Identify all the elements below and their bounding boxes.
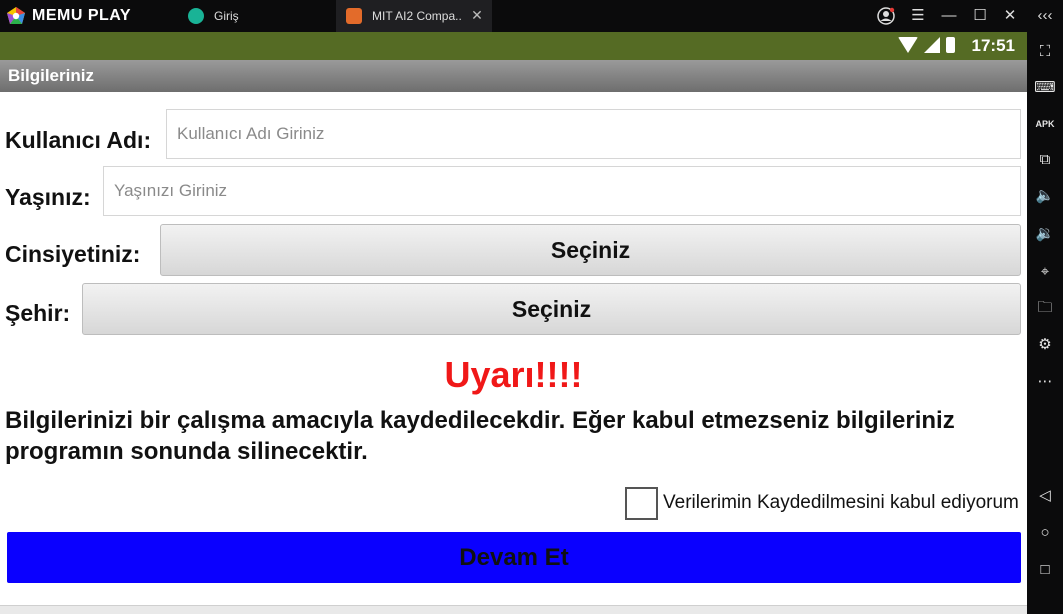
- maximize-icon[interactable]: ☐: [965, 0, 995, 32]
- warning-text: Bilgilerinizi bir çalışma amacıyla kayde…: [5, 407, 955, 465]
- page-title: Bilgileriniz: [8, 66, 94, 85]
- app-tab-icon: [188, 8, 204, 24]
- memu-logo-icon: [7, 7, 25, 24]
- apk-icon[interactable]: APK: [1033, 112, 1057, 136]
- emulator-titlebar: MEMU PLAY Giriş MIT AI2 Compa.. ✕ ☰ — ☐ …: [0, 0, 1063, 32]
- volume-down-icon[interactable]: 🔉: [1033, 222, 1057, 246]
- app-tab-icon: [346, 8, 362, 24]
- account-icon[interactable]: [871, 0, 901, 32]
- gender-select[interactable]: Seçiniz: [160, 224, 1021, 276]
- tab-label: MIT AI2 Compa..: [372, 9, 462, 23]
- keyboard-icon[interactable]: ⌨: [1033, 76, 1057, 100]
- username-input[interactable]: [166, 109, 1021, 159]
- folder-icon[interactable]: 🗀: [1033, 296, 1057, 320]
- age-input[interactable]: [103, 166, 1021, 216]
- app-title-bar: Bilgileriniz: [0, 60, 1027, 92]
- tab-label: Giriş: [214, 9, 239, 23]
- location-icon[interactable]: ⌖: [1033, 260, 1057, 284]
- menu-icon[interactable]: ☰: [903, 0, 933, 32]
- more-icon[interactable]: ⋯: [1033, 370, 1057, 394]
- tab-mit-ai2[interactable]: MIT AI2 Compa.. ✕: [336, 0, 492, 32]
- continue-button[interactable]: Devam Et: [7, 532, 1021, 583]
- signal-icon: [924, 37, 940, 53]
- emulator-side-toolbar: ⛶ ⌨ APK ⧉ 🔈 🔉 ⌖ 🗀 ⚙ ⋯ ◁ ○ □: [1027, 32, 1063, 614]
- memu-brand: MEMU PLAY: [6, 6, 131, 26]
- collapse-toolbar-icon[interactable]: ‹‹‹: [1030, 0, 1060, 32]
- warning-title: Uyarı!!!!: [444, 354, 583, 395]
- username-label: Kullanıcı Adı:: [5, 127, 152, 153]
- city-select[interactable]: Seçiniz: [82, 283, 1021, 335]
- tab-giris[interactable]: Giriş: [178, 0, 334, 32]
- close-window-icon[interactable]: ✕: [995, 0, 1025, 32]
- brand-text: MEMU PLAY: [32, 7, 132, 24]
- settings-icon[interactable]: ⚙: [1033, 333, 1057, 357]
- consent-checkbox[interactable]: [625, 487, 658, 520]
- form-content: Kullanıcı Adı: Yaşınız: Cinsiyetiniz: Se…: [0, 92, 1027, 614]
- recents-icon[interactable]: □: [1033, 558, 1057, 582]
- close-tab-icon[interactable]: ✕: [470, 8, 484, 22]
- age-label: Yaşınız:: [5, 184, 91, 210]
- home-icon[interactable]: ○: [1033, 521, 1057, 545]
- gender-label: Cinsiyetiniz:: [5, 241, 141, 267]
- city-label: Şehir:: [5, 300, 71, 326]
- wifi-icon: [898, 37, 918, 53]
- status-time: 17:51: [971, 36, 1015, 55]
- android-status-bar: 17:51: [0, 32, 1027, 60]
- battery-icon: [946, 37, 955, 53]
- consent-label[interactable]: Verilerimin Kaydedilmesini kabul ediyoru…: [663, 492, 1019, 514]
- window-bottom-edge: [0, 605, 1027, 614]
- fullscreen-icon[interactable]: ⛶: [1033, 40, 1057, 64]
- multi-window-icon[interactable]: ⧉: [1033, 148, 1057, 172]
- volume-up-icon[interactable]: 🔈: [1033, 184, 1057, 208]
- minimize-icon[interactable]: —: [934, 0, 964, 32]
- back-icon[interactable]: ◁: [1033, 484, 1057, 508]
